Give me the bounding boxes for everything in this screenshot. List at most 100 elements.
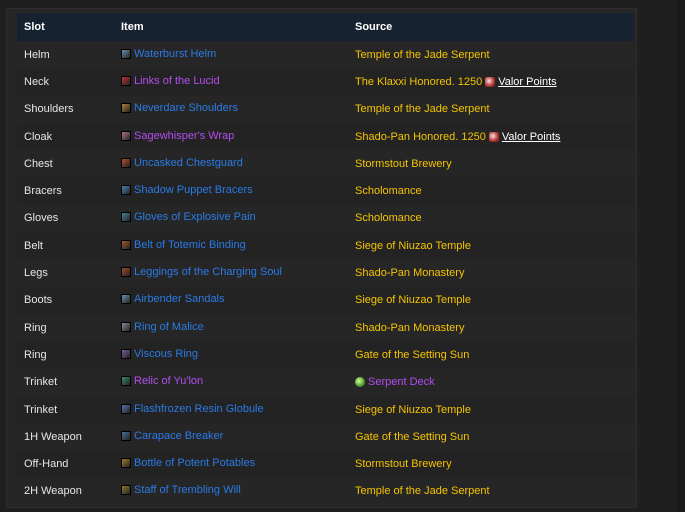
item-link[interactable]: Sagewhisper's Wrap: [121, 130, 234, 142]
source-name: Temple of the Jade Serpent: [355, 485, 490, 498]
slot-cell: Neck: [17, 68, 121, 96]
table-row: Chest Uncasked Chestguard Stormstout Brewe…: [17, 150, 634, 177]
slot-cell: Helm: [24, 48, 50, 61]
item-link[interactable]: Waterburst Helm: [121, 48, 216, 60]
source-name: Scholomance: [355, 185, 422, 198]
item-link[interactable]: Neverdare Shoulders: [121, 102, 238, 114]
item-cell: Staff of Trembling Will: [121, 478, 355, 505]
item-cell: Viscous Ring: [121, 341, 355, 369]
item-cell: Airbender Sandals: [121, 286, 355, 314]
chest-icon: [121, 157, 131, 168]
source-name: Temple of the Jade Serpent: [355, 103, 490, 116]
item-cell: Gloves of Explosive Pain: [121, 205, 355, 232]
slot-cell: Bracers: [17, 177, 121, 205]
item-link[interactable]: Flashfrozen Resin Globule: [121, 403, 264, 415]
slot-cell: 1H Weapon: [24, 430, 82, 443]
item-link[interactable]: Bottle of Potent Potables: [121, 457, 255, 469]
gear-table-body: Helm Waterburst Helm Temple of the Jade Se…: [17, 41, 634, 505]
globule-icon: [121, 403, 131, 414]
item-link[interactable]: Links of the Lucid: [121, 75, 220, 87]
item-link[interactable]: Staff of Trembling Will: [121, 484, 241, 496]
item-name: Shadow Puppet Bracers: [134, 184, 253, 197]
table-row: Shoulders Neverdare Shoulders Temple of th…: [17, 96, 634, 123]
belt-icon: [121, 239, 131, 250]
column-header-slot: Slot: [17, 13, 121, 41]
item-link[interactable]: Viscous Ring: [121, 348, 198, 360]
item-cell: Leggings of the Charging Soul: [121, 259, 355, 286]
item-cell: Relic of Yu'lon: [121, 369, 355, 396]
item-link[interactable]: Shadow Puppet Bracers: [121, 184, 253, 196]
gloves-icon: [121, 212, 131, 223]
boots-icon: [121, 294, 131, 305]
item-cell: Shadow Puppet Bracers: [121, 177, 355, 205]
table-row: 2H Weapon Staff of Trembling Will Temple o…: [17, 478, 634, 505]
source-cell: Scholomance: [355, 205, 634, 232]
table-row: Trinket Flashfrozen Resin Globule Siege of…: [17, 395, 634, 424]
valor-points-link[interactable]: Valor Points: [502, 131, 561, 143]
item-link[interactable]: Relic of Yu'lon: [121, 375, 203, 387]
deck-link[interactable]: Serpent Deck: [368, 376, 435, 388]
item-name: Sagewhisper's Wrap: [134, 129, 235, 142]
deck-icon: [355, 377, 365, 388]
column-header-item: Item: [121, 13, 355, 41]
gear-panel: Slot Item Source Helm Waterburst Helm Temp…: [6, 8, 637, 508]
scrollbar-track[interactable]: [677, 0, 685, 512]
slot-cell: Gloves: [24, 212, 59, 225]
slot-cell: Trinket: [17, 395, 121, 424]
item-cell: Waterburst Helm: [121, 41, 355, 68]
source-cell: Siege of Niuzao Temple: [355, 395, 634, 424]
item-link[interactable]: Ring of Malice: [121, 321, 204, 333]
source-cell: Scholomance: [355, 177, 634, 205]
item-cell: Belt of Totemic Binding: [121, 232, 355, 260]
slot-cell: Belt: [17, 232, 121, 260]
source-cell: Serpent Deck: [355, 369, 634, 396]
item-name: Staff of Trembling Will: [134, 484, 241, 497]
valor-points-link[interactable]: Valor Points: [498, 76, 557, 88]
item-link[interactable]: Carapace Breaker: [121, 430, 223, 442]
valor-points-icon: [488, 131, 499, 142]
slot-cell: Chest: [24, 157, 53, 170]
item-cell: Bottle of Potent Potables: [121, 450, 355, 478]
table-row: 1H Weapon Carapace Breaker Gate of the Set…: [17, 423, 634, 450]
table-row: Cloak Sagewhisper's Wrap Shado-Pan Honored…: [17, 122, 634, 151]
ring-icon: [121, 348, 131, 359]
source-cell: Shado-Pan Monastery: [355, 314, 634, 341]
item-cell: Neverdare Shoulders: [121, 96, 355, 123]
item-cell: Links of the Lucid: [121, 68, 355, 96]
item-link[interactable]: Leggings of the Charging Soul: [121, 266, 282, 278]
source-name: Gate of the Setting Sun: [355, 348, 470, 361]
item-link[interactable]: Gloves of Explosive Pain: [121, 211, 256, 223]
slot-cell: Ring: [17, 341, 121, 369]
table-row: Helm Waterburst Helm Temple of the Jade Se…: [17, 41, 634, 68]
source-cell: Gate of the Setting Sun: [355, 423, 634, 450]
source-name: Stormstout Brewery: [355, 458, 452, 471]
source-name: Gate of the Setting Sun: [355, 430, 470, 443]
item-cell: Flashfrozen Resin Globule: [121, 395, 355, 424]
source-cell: Siege of Niuzao Temple: [355, 286, 634, 314]
source-cell: Gate of the Setting Sun: [355, 341, 634, 369]
slot-cell: Cloak: [17, 122, 121, 151]
item-name: Viscous Ring: [134, 347, 198, 360]
item-name: Carapace Breaker: [134, 429, 224, 442]
source-cell: Shado-Pan Monastery: [355, 259, 634, 286]
helm-icon: [121, 48, 131, 59]
table-header-row: Slot Item Source: [17, 13, 634, 41]
slot-cell: Off-Hand: [17, 450, 121, 478]
source-name: Siege of Niuzao Temple: [355, 239, 471, 252]
source-cell: Siege of Niuzao Temple: [355, 232, 634, 260]
column-header-source: Source: [355, 13, 634, 41]
item-cell: Uncasked Chestguard: [121, 150, 355, 177]
source-cell: Stormstout Brewery: [355, 450, 634, 478]
relic-icon: [121, 376, 131, 387]
item-link[interactable]: Uncasked Chestguard: [121, 157, 243, 169]
source-cell: Stormstout Brewery: [355, 150, 634, 177]
item-link[interactable]: Airbender Sandals: [121, 293, 225, 305]
table-row: Ring Ring of Malice Shado-Pan Monastery: [17, 314, 634, 341]
necklace-icon: [121, 75, 131, 86]
item-name: Airbender Sandals: [134, 293, 225, 306]
bracers-icon: [121, 185, 131, 196]
item-link[interactable]: Belt of Totemic Binding: [121, 239, 246, 251]
item-name: Waterburst Helm: [134, 47, 217, 60]
slot-cell: Shoulders: [24, 103, 74, 116]
item-name: Relic of Yu'lon: [134, 375, 204, 388]
